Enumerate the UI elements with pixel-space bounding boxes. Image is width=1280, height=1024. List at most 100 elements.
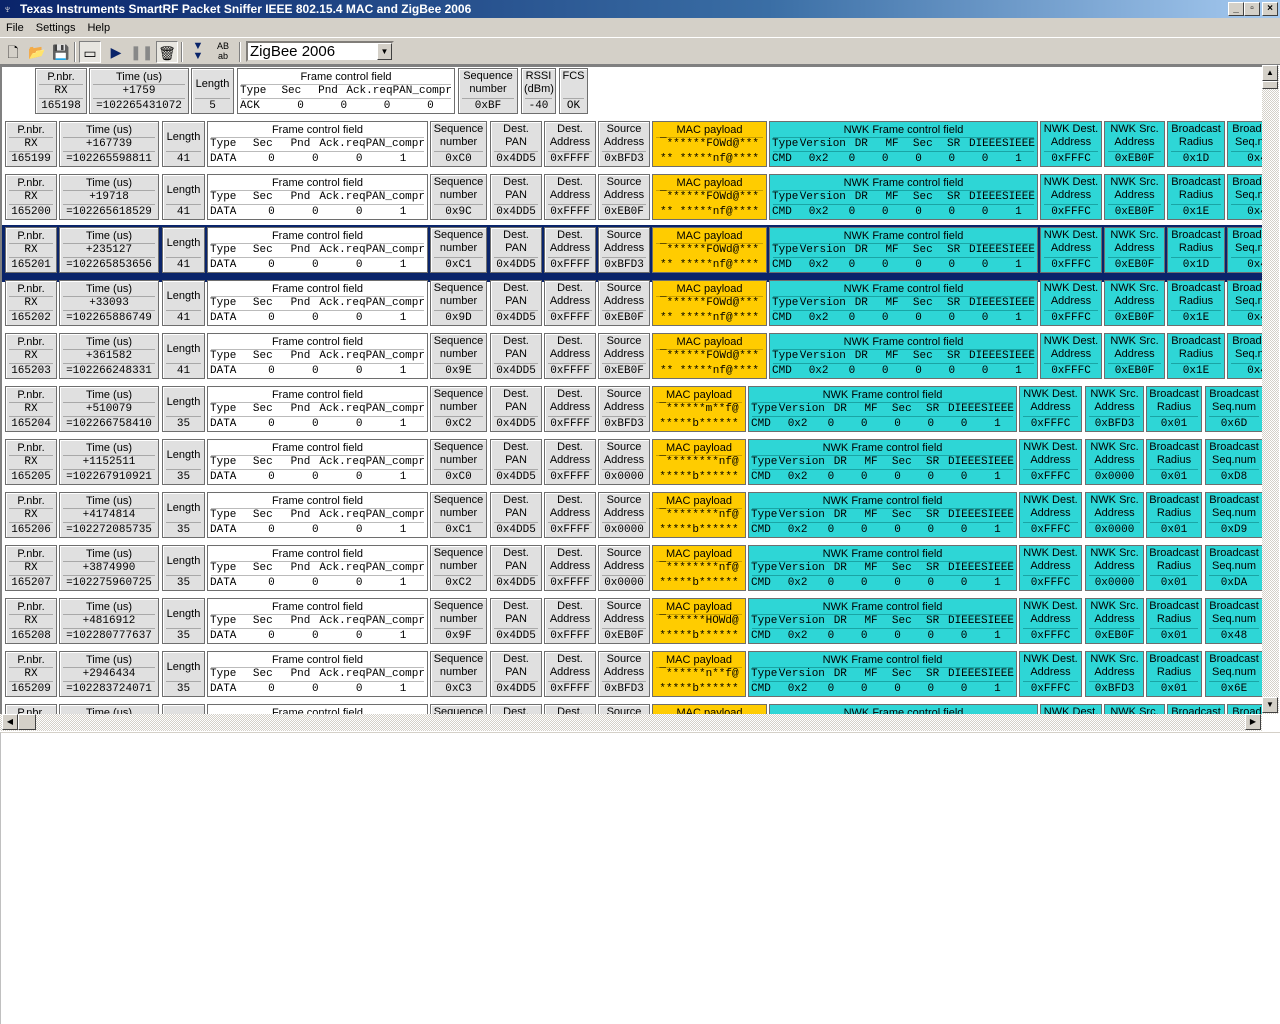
mac-payload-line: *****b******: [659, 630, 739, 642]
menu-help[interactable]: Help: [81, 22, 116, 34]
clear-trash-icon[interactable]: 🗑: [156, 41, 178, 63]
nwk-dest-address-cell-value: 0xFFFC: [1051, 365, 1091, 377]
menu-settings[interactable]: Settings: [30, 22, 82, 34]
mac-payload-cell: MAC payload ¯******FOWd@*** ** *****nf@***…: [652, 227, 767, 273]
fcf-columns-cell: Sec: [252, 562, 273, 574]
fcf-values-cell: 0: [355, 259, 363, 271]
packet-row[interactable]: P.nbr. RX 165202 Time (us) +33093 =1022658867…: [2, 280, 1262, 333]
pause-icon[interactable]: ❚❚: [130, 41, 153, 63]
protocol-select[interactable]: ZigBee 2006 ▼: [246, 41, 394, 62]
time-delta: +361582: [85, 350, 133, 362]
chevron-down-icon[interactable]: ▼: [377, 43, 392, 60]
horizontal-scroll-thumb[interactable]: [18, 714, 36, 730]
broadcast-seqnum-cell-value: 0x48: [1220, 630, 1248, 642]
nwk-fcf-values-cell: 0: [860, 418, 868, 430]
panel-toggle-icon[interactable]: ▭: [79, 41, 101, 63]
length-cell: Length 35: [162, 492, 205, 538]
direction: RX: [24, 562, 38, 574]
menu-file[interactable]: File: [0, 22, 30, 34]
mac-payload-cell: MAC payload: [652, 704, 767, 714]
title-bar: ♆ Texas Instruments SmartRF Packet Sniff…: [0, 0, 1280, 18]
packet-row[interactable]: P.nbr. RX 165204 Time (us) +510079 =102266758…: [2, 386, 1262, 439]
nwk-src-address-cell: NWK Src. Address 0x0000: [1085, 439, 1144, 485]
vertical-scrollbar[interactable]: ▲ ▼: [1262, 65, 1279, 714]
nwk-fcf-values: CMD 0x2 0 0 0 0 0 1: [751, 576, 1014, 590]
packet-row[interactable]: P.nbr. RX 165207 Time (us) +3874990 =10227596…: [2, 545, 1262, 598]
packet-row[interactable]: P.nbr. RX 165199 Time (us) +167739 =102265598…: [2, 121, 1262, 174]
packet-list[interactable]: P.nbr. RX 165198 Time (us) +1759 =10226543107…: [0, 65, 1262, 714]
scroll-right-button[interactable]: ▶: [1245, 714, 1261, 730]
nwk-src-address-cell-label: NWK Src. Address: [1090, 600, 1139, 625]
sequence-number-cell: Sequence number: [430, 704, 487, 714]
ascii-hex-toggle-icon[interactable]: AB ab: [212, 41, 234, 63]
fcf-values-cell: 1: [399, 683, 407, 695]
autoscroll-down-icon[interactable]: ▼ ▼: [187, 41, 209, 63]
fcf-columns-cell: Pnd: [290, 297, 311, 309]
length-label: Length: [166, 131, 201, 143]
broadcast-seqnum-cell-value: 0x6E: [1220, 683, 1248, 695]
nwk-fcf-columns: Type Version DR MF Sec SR DIEEE SIEEE: [772, 296, 1035, 310]
fcf-columns: Type Sec Pnd Ack.req PAN_compr: [210, 296, 425, 310]
nwk-fcf-columns-cell: Sec: [891, 403, 912, 415]
packet-row[interactable]: P.nbr. RX 165205 Time (us) +1152511 =10226791…: [2, 439, 1262, 492]
broadcast-seqnum-cell: Broadcast Seq.num 0x4: [1227, 121, 1262, 167]
packet-row[interactable]: P.nbr. Time (us) Length Frame control field…: [2, 704, 1262, 714]
scroll-down-button[interactable]: ▼: [1262, 697, 1278, 713]
nwk-fcf-values-cell: CMD: [772, 153, 792, 165]
nwk-frame-control-cell: NWK Frame control fieldTypeVersionDRMFSe…: [769, 704, 1038, 714]
broadcast-radius-cell: Broadcast Radius 0x01: [1146, 439, 1202, 485]
nwk-fcf-values-cell: 0: [827, 418, 835, 430]
time-absolute: =102265886749: [66, 312, 152, 324]
nwk-fcf-columns-cell: SR: [946, 350, 961, 362]
packet-row[interactable]: P.nbr. RX 165198 Time (us) +1759 =10226543107…: [2, 68, 1262, 121]
nwk-fcf-columns-cell: Version: [778, 509, 825, 521]
nwk-fcf-values-cell: 0: [827, 524, 835, 536]
nwk-dest-address-cell-label: NWK Dest. Address: [1043, 282, 1099, 307]
packet-row[interactable]: P.nbr. RX 165201 Time (us) +235127 =102265853…: [2, 225, 1262, 282]
play-icon[interactable]: ▶: [105, 41, 127, 63]
nwk-fcf-columns-cell: DR: [833, 615, 847, 627]
maximize-button[interactable]: ▫: [1244, 2, 1260, 16]
packet-row[interactable]: P.nbr. RX 165209 Time (us) +2946434 =10228372…: [2, 651, 1262, 704]
packet-row[interactable]: P.nbr. RX 165206 Time (us) +4174814 =10227208…: [2, 492, 1262, 545]
nwk-fcf-columns-cell: Sec: [912, 138, 933, 150]
sequence-number-cell-value: 0xC0: [445, 471, 472, 483]
scroll-left-button[interactable]: ◀: [2, 714, 18, 730]
length-label: Length: [166, 502, 201, 514]
nwk-fcf-columns: Type Version DR MF Sec SR DIEEE SIEEE: [751, 667, 1014, 681]
nwk-fcf-values: CMD 0x2 0 0 0 0 0 1: [772, 152, 1035, 166]
length-value: 41: [176, 312, 191, 324]
pnbr-label: P.nbr.: [17, 442, 45, 454]
mac-payload-label: MAC payload: [665, 654, 733, 666]
minimize-button[interactable]: _: [1228, 2, 1244, 16]
nwk-fcf-columns-cell: Version: [799, 138, 846, 150]
nwk-fcf-values-cell: 0: [860, 524, 868, 536]
vertical-scroll-thumb[interactable]: [1262, 81, 1278, 89]
time-label: Time (us): [85, 601, 133, 613]
packet-row[interactable]: P.nbr. RX 165200 Time (us) +19718 =1022656185…: [2, 174, 1262, 227]
nwk-fcf-values-cell: CMD: [772, 206, 792, 218]
nwk-src-address-cell-value: 0x0000: [1094, 471, 1135, 483]
nwk-fcf-columns-cell: Sec: [891, 562, 912, 574]
pnbr-label: P.nbr.: [17, 548, 45, 560]
source-address-cell-value: 0xBFD3: [604, 153, 644, 165]
scroll-up-button[interactable]: ▲: [1262, 65, 1278, 81]
nwk-fcf-columns-cell: SIEEE: [980, 615, 1014, 627]
fcf-values: DATA 0 0 0 1: [210, 523, 425, 537]
broadcast-radius-cell-value: 0x1D: [1182, 153, 1210, 165]
fcf-columns-cell: Sec: [252, 456, 273, 468]
open-folder-icon[interactable]: 📂: [26, 41, 48, 63]
save-icon[interactable]: 💾: [50, 41, 72, 63]
horizontal-scrollbar[interactable]: ◀ ▶: [0, 714, 1262, 731]
nwk-fcf-columns-cell: Version: [799, 297, 846, 309]
close-button[interactable]: ×: [1262, 2, 1278, 16]
time-label: Time (us): [85, 124, 133, 136]
packet-row[interactable]: P.nbr. RX 165203 Time (us) +361582 =102266248…: [2, 333, 1262, 386]
length-value: 35: [176, 524, 191, 536]
source-address-cell-label: Source Address: [603, 547, 645, 572]
packet-row[interactable]: P.nbr. RX 165208 Time (us) +4816912 =10228077…: [2, 598, 1262, 651]
fcf-label: Frame control field: [271, 548, 364, 560]
time-delta: +2946434: [82, 668, 136, 680]
nwk-fcf-columns-cell: Version: [778, 403, 825, 415]
new-file-icon[interactable]: 🗋: [2, 41, 24, 63]
